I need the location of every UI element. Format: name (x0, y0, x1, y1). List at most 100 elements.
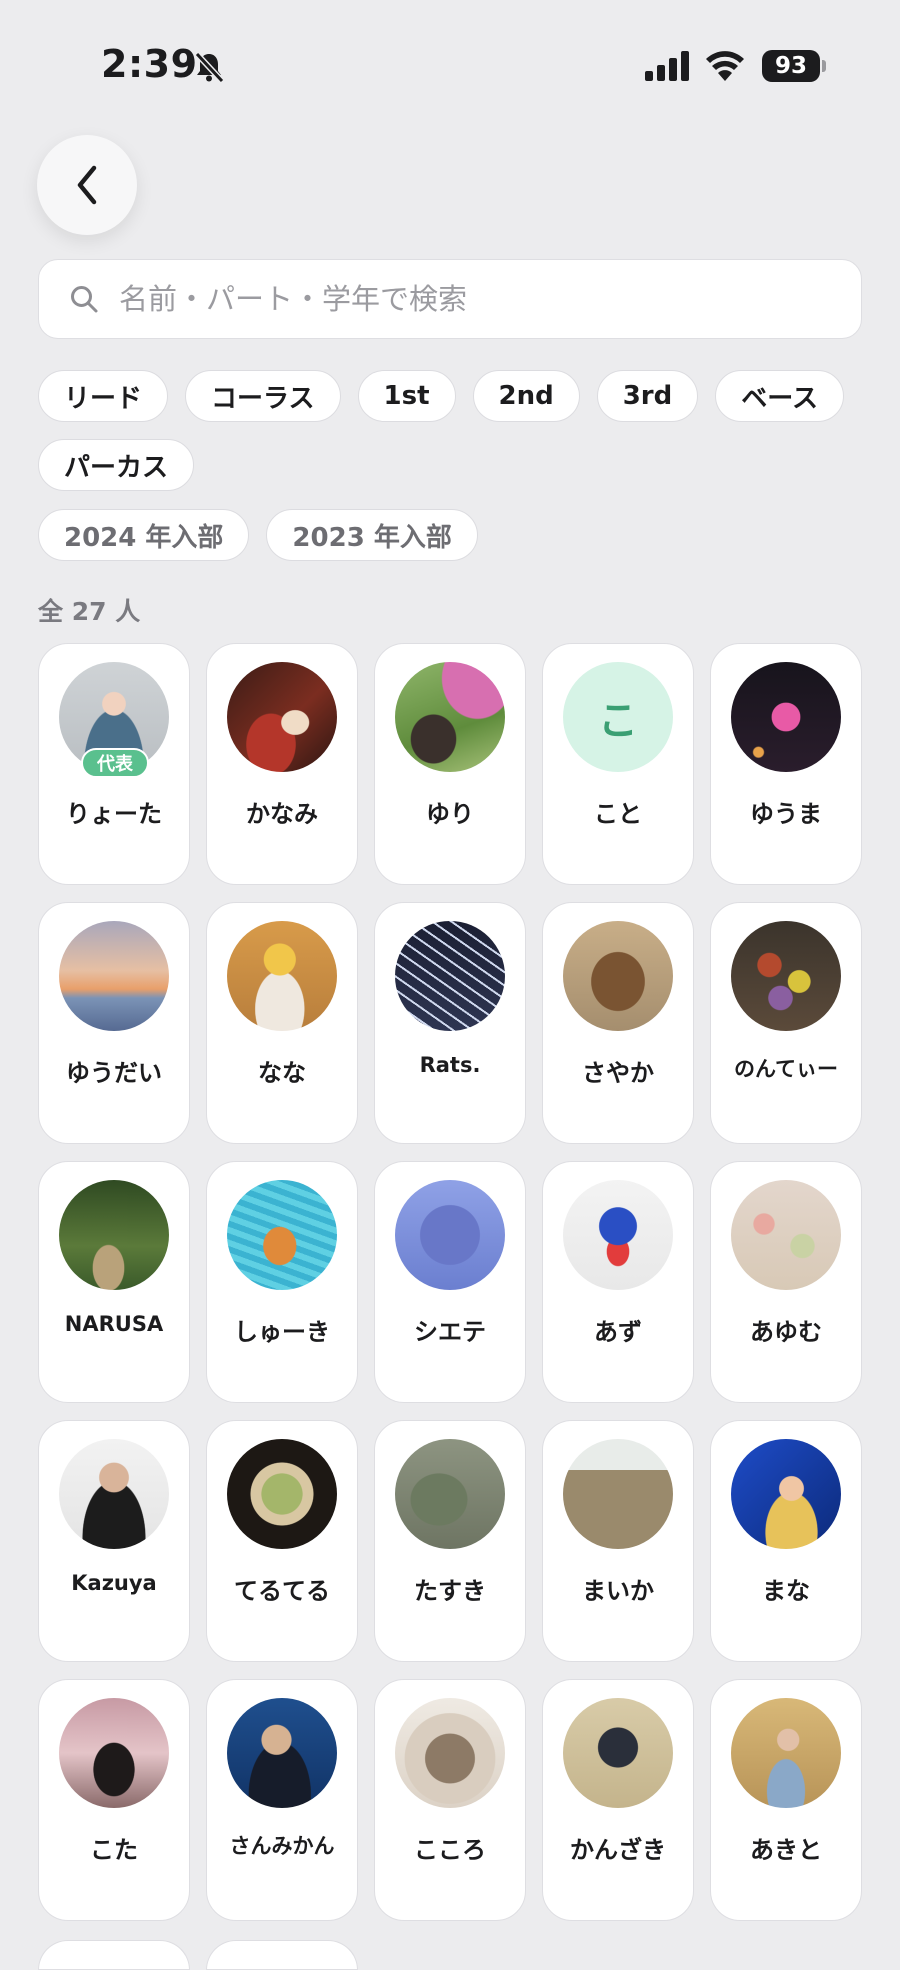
member-name: シエテ (414, 1318, 486, 1346)
member-name: かんざき (570, 1836, 666, 1864)
member-name: たすき (414, 1577, 486, 1605)
member-name: Kazuya (71, 1571, 157, 1595)
member-name: のんてぃー (734, 1057, 838, 1081)
filter-chip-chorus[interactable]: コーラス (185, 370, 341, 422)
avatar (563, 1180, 673, 1290)
member-name: てるてる (234, 1577, 330, 1605)
battery-tip (822, 60, 826, 72)
member-card[interactable]: まな (710, 1420, 862, 1662)
search-bar[interactable] (38, 259, 862, 339)
avatar (395, 1180, 505, 1290)
member-card[interactable]: さやか (542, 902, 694, 1144)
filter-chip-2nd[interactable]: 2nd (472, 370, 580, 422)
member-name: ゆり (426, 800, 474, 828)
search-input[interactable] (117, 281, 821, 317)
status-bar: 2:39 93 (0, 0, 900, 130)
avatar (731, 662, 841, 772)
avatar (227, 662, 337, 772)
avatar (395, 921, 505, 1031)
member-name: さんみかん (229, 1834, 335, 1858)
avatar (59, 1180, 169, 1290)
member-card[interactable]: こころ (374, 1679, 526, 1921)
avatar (563, 1439, 673, 1549)
member-card[interactable]: たすき (374, 1420, 526, 1662)
member-name: ゆうま (750, 800, 822, 828)
member-card[interactable]: ゆり (374, 643, 526, 885)
member-name: あきと (750, 1836, 822, 1864)
chevron-left-icon (77, 165, 97, 205)
member-name: まな (762, 1577, 810, 1605)
member-card[interactable]: シエテ (374, 1161, 526, 1403)
avatar (59, 1698, 169, 1808)
avatar (227, 921, 337, 1031)
filter-chip-lead[interactable]: リード (38, 370, 169, 422)
member-name: りょーた (66, 800, 162, 828)
avatar (395, 1439, 505, 1549)
avatar (227, 1439, 337, 1549)
part-filter-row-2: パーカス (38, 439, 195, 491)
avatar-initial: こ (563, 662, 673, 772)
avatar (731, 1180, 841, 1290)
member-name: しゅーき (234, 1318, 330, 1346)
avatar (395, 662, 505, 772)
wifi-icon (706, 51, 744, 81)
member-card[interactable]: あきと (710, 1679, 862, 1921)
back-button[interactable] (37, 135, 137, 235)
filter-chip-percussion[interactable]: パーカス (38, 439, 195, 491)
filter-chip-year-2024[interactable]: 2024 年入部 (38, 509, 250, 561)
member-card-partial[interactable] (38, 1940, 190, 1970)
part-filter-row: リード コーラス 1st 2nd 3rd ベース (38, 370, 844, 422)
member-name: NARUSA (64, 1312, 164, 1336)
member-card[interactable]: さんみかん (206, 1679, 358, 1921)
member-name: ゆうだい (66, 1059, 162, 1087)
filter-chip-year-2023[interactable]: 2023 年入部 (266, 509, 478, 561)
member-name: こた (90, 1836, 138, 1864)
avatar (395, 1698, 505, 1808)
member-card[interactable]: あゆむ (710, 1161, 862, 1403)
member-card[interactable]: ゆうだい (38, 902, 190, 1144)
avatar (227, 1698, 337, 1808)
filter-chip-1st[interactable]: 1st (357, 370, 456, 422)
member-card[interactable]: かんざき (542, 1679, 694, 1921)
member-name: こころ (414, 1836, 486, 1864)
avatar (731, 1698, 841, 1808)
avatar (731, 921, 841, 1031)
member-card[interactable]: しゅーき (206, 1161, 358, 1403)
member-grid: 代表 りょーた かなみ ゆりここと ゆうま ゆうだい なな Rats. さやか のんてぃー NARU… (38, 643, 862, 1921)
avatar (59, 921, 169, 1031)
filter-chip-3rd[interactable]: 3rd (596, 370, 699, 422)
year-filter-row: 2024 年入部 2023 年入部 (38, 509, 478, 561)
member-card[interactable]: 代表 りょーた (38, 643, 190, 885)
member-name: かなみ (246, 800, 318, 828)
cellular-signal-icon (645, 51, 689, 81)
filter-chip-bass[interactable]: ベース (715, 370, 844, 422)
member-name: こと (594, 800, 642, 828)
member-name: Rats. (419, 1053, 481, 1077)
member-card[interactable]: Rats. (374, 902, 526, 1144)
member-card[interactable]: てるてる (206, 1420, 358, 1662)
member-card[interactable]: ゆうま (710, 643, 862, 885)
member-card[interactable]: まいか (542, 1420, 694, 1662)
avatar (563, 921, 673, 1031)
member-card-partial[interactable] (206, 1940, 358, 1970)
battery-indicator: 93 (762, 50, 820, 82)
member-name: なな (258, 1059, 306, 1087)
avatar (227, 1180, 337, 1290)
member-count: 全 27 人 (38, 597, 141, 626)
member-card[interactable]: Kazuya (38, 1420, 190, 1662)
member-card[interactable]: あず (542, 1161, 694, 1403)
avatar (563, 1698, 673, 1808)
avatar (59, 1439, 169, 1549)
member-card[interactable]: ここと (542, 643, 694, 885)
member-card[interactable]: のんてぃー (710, 902, 862, 1144)
status-time: 2:39 (101, 42, 198, 86)
member-name: あず (594, 1318, 642, 1346)
leader-badge: 代表 (81, 748, 149, 778)
member-name: さやか (582, 1059, 654, 1087)
search-icon (71, 286, 98, 313)
avatar (731, 1439, 841, 1549)
member-card[interactable]: かなみ (206, 643, 358, 885)
member-card[interactable]: NARUSA (38, 1161, 190, 1403)
member-card[interactable]: こた (38, 1679, 190, 1921)
member-card[interactable]: なな (206, 902, 358, 1144)
